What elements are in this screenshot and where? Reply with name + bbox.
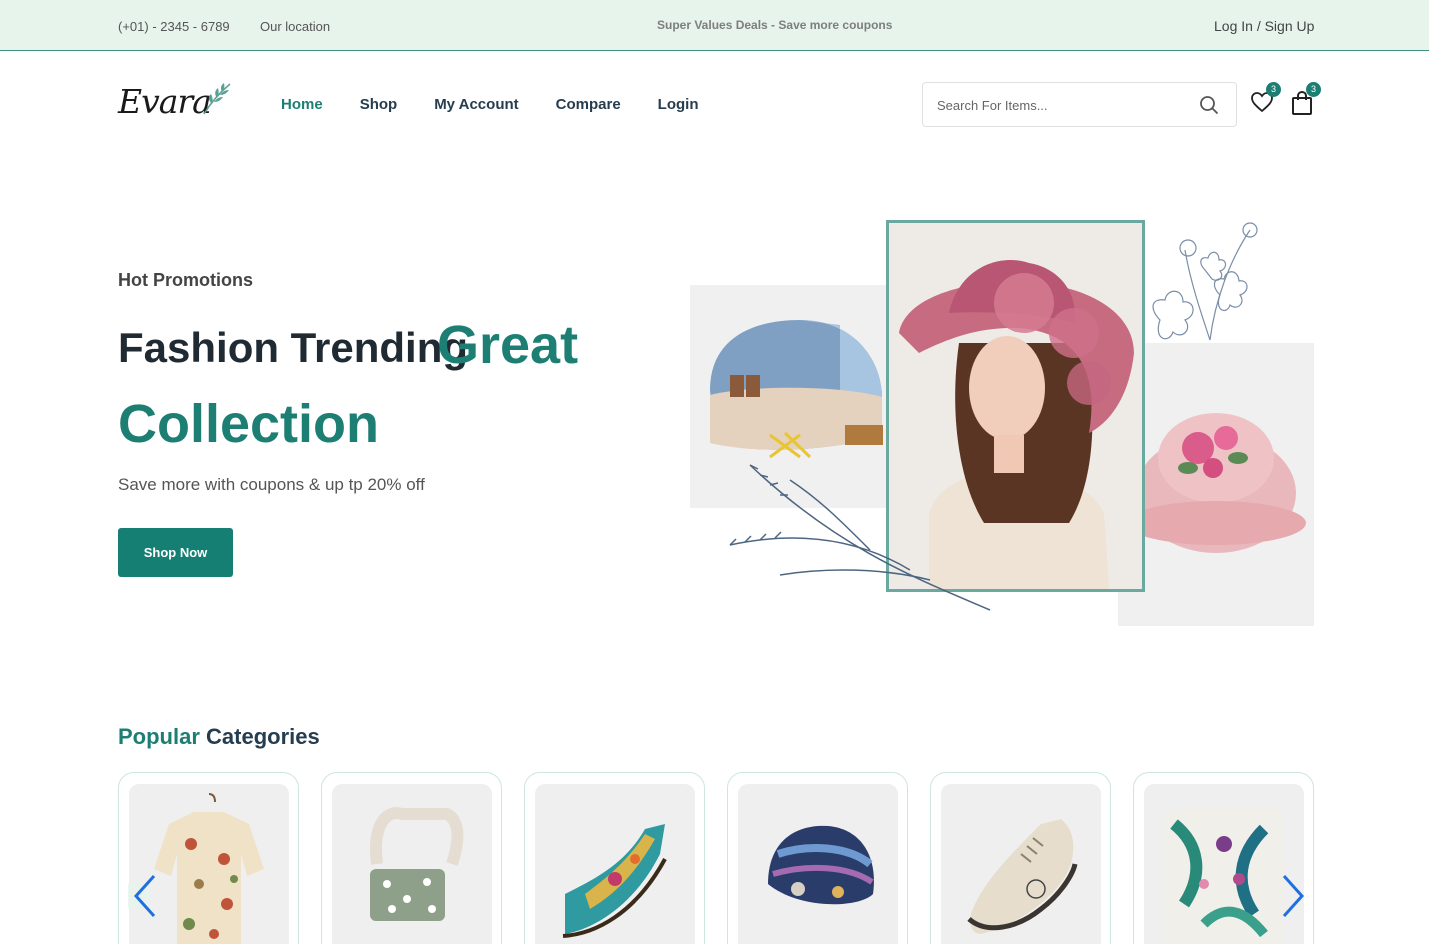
leaf-icon: [203, 83, 231, 115]
category-card[interactable]: [321, 772, 502, 944]
nav-compare[interactable]: Compare: [556, 96, 621, 113]
main-nav: Home Shop My Account Compare Login: [281, 96, 736, 113]
botanical-sketches: [690, 220, 1290, 635]
chevron-right-icon: [1282, 874, 1305, 918]
shop-now-button[interactable]: Shop Now: [118, 528, 233, 577]
nav-login[interactable]: Login: [658, 96, 699, 113]
sandal-image: [535, 784, 695, 944]
cart-button[interactable]: 3: [1290, 82, 1321, 121]
deals-banner: Super Values Deals - Save more coupons: [657, 18, 893, 32]
hero-kicker: Hot Promotions: [118, 270, 253, 290]
lavender-sketch-icon: [729, 222, 1258, 611]
logo[interactable]: Evara: [118, 80, 231, 124]
search-input[interactable]: [937, 95, 1187, 115]
hero-title-part1: Fashion Trending: [118, 324, 469, 371]
logo-text: Evara: [118, 82, 212, 121]
wishlist-count-badge: 3: [1266, 82, 1281, 97]
chevron-left-icon: [122, 874, 156, 918]
hero-title-part2: Great: [437, 315, 579, 375]
carousel-next-button[interactable]: [1278, 872, 1310, 925]
nav-my-account[interactable]: My Account: [434, 96, 518, 113]
nav-shop[interactable]: Shop: [360, 96, 398, 113]
nav-home[interactable]: Home: [281, 96, 323, 113]
sneaker-image: [941, 784, 1101, 944]
category-card[interactable]: [524, 772, 705, 944]
login-signup-link[interactable]: Log In / Sign Up: [1214, 18, 1314, 34]
search-icon[interactable]: [1199, 95, 1219, 120]
cart-count-badge: 3: [1306, 82, 1321, 97]
beanie-image: [738, 784, 898, 944]
carousel-prev-button[interactable]: [122, 872, 160, 925]
hero-subtitle: Save more with coupons & up tp 20% off: [118, 475, 425, 494]
categories-title-rest: Categories: [206, 724, 320, 749]
popular-categories-title: Popular Categories: [118, 724, 320, 750]
categories-title-accent: Popular: [118, 724, 200, 749]
phone-number: (+01) - 2345 - 6789: [118, 19, 230, 34]
hero-title-part3: Collection: [118, 394, 380, 454]
bag-image: [332, 784, 492, 944]
category-card[interactable]: [727, 772, 908, 944]
top-bar: (+01) - 2345 - 6789 Our location Super V…: [0, 0, 1429, 51]
wishlist-button[interactable]: 3: [1250, 82, 1281, 119]
search-box: [922, 82, 1237, 127]
our-location-link[interactable]: Our location: [260, 19, 330, 34]
category-carousel: [118, 772, 1314, 944]
category-card[interactable]: [930, 772, 1111, 944]
